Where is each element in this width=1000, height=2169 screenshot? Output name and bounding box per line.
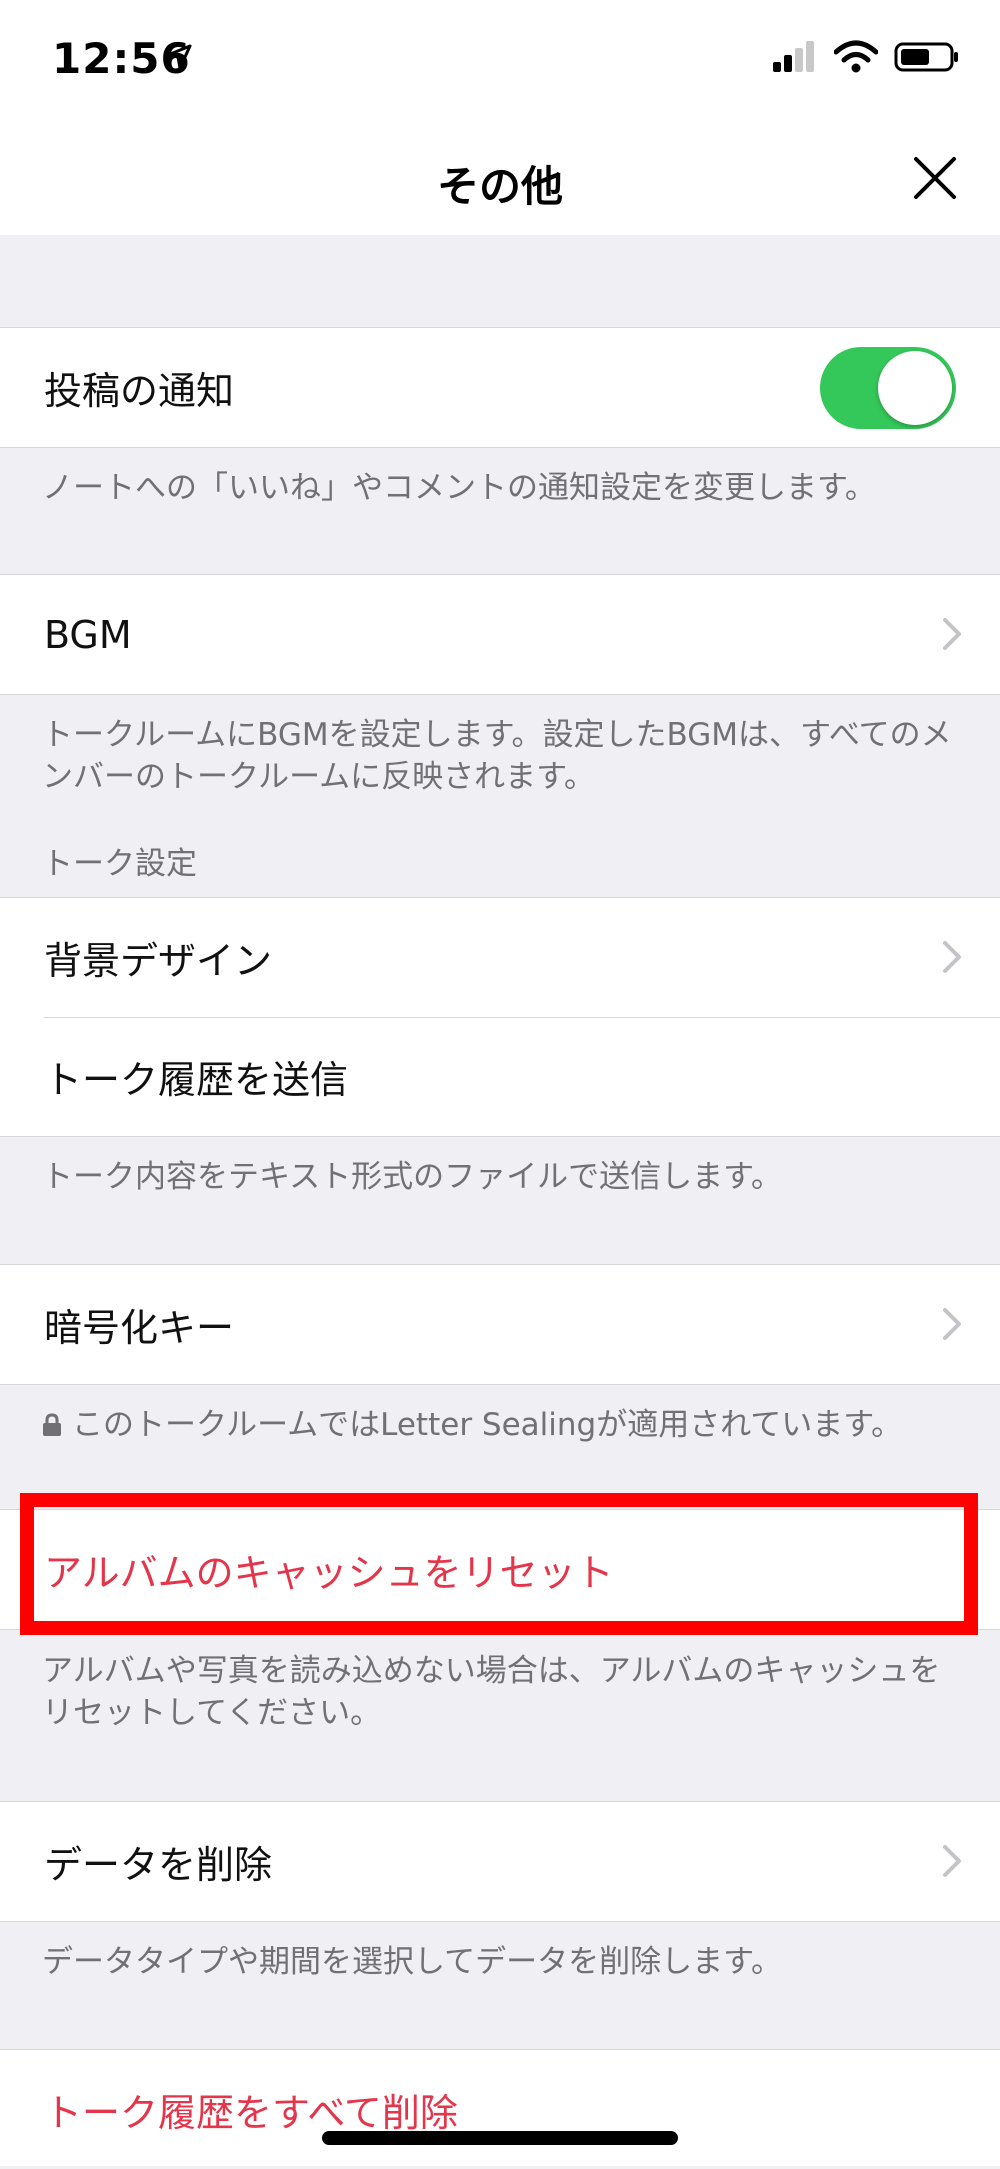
delete-all-history-label: トーク履歴をすべて削除 [44, 2091, 458, 2135]
delete-all-history-button[interactable]: トーク履歴をすべて削除 [0, 2050, 1000, 2169]
toggle-knob [878, 351, 952, 425]
section-header-talk-settings: トーク設定 [42, 846, 197, 882]
encryption-key-description: このトークルームではLetter Sealingが適用されています。 [42, 1404, 962, 1446]
group-album-cache: アルバムのキャッシュをリセット [0, 1509, 1000, 1630]
group-talk-settings: 背景デザイン トーク履歴を送信 [0, 897, 1000, 1137]
send-history-description: トーク内容をテキスト形式のファイルで送信します。 [42, 1159, 782, 1195]
reset-album-cache-label: アルバムのキャッシュをリセット [44, 1551, 614, 1595]
post-notification-description: ノートへの「いいね」やコメントの通知設定を変更します。 [42, 470, 876, 506]
reset-album-cache-description: アルバムや写真を読み込めない場合は、アルバムのキャッシュをリセットしてください。 [42, 1653, 941, 1731]
wifi-icon [834, 40, 878, 73]
chevron-right-icon [943, 1845, 961, 1877]
location-arrow-icon [166, 44, 192, 70]
lock-icon [43, 1413, 61, 1436]
group-encryption: 暗号化キー [0, 1264, 1000, 1385]
home-indicator [322, 2131, 678, 2145]
encryption-key-description-text: このトークルームではLetter Sealingが適用されています。 [72, 1407, 903, 1443]
delete-data-label: データを削除 [44, 1843, 273, 1887]
battery-icon [894, 42, 958, 72]
page-title: その他 [436, 162, 563, 211]
group-delete-data: データを削除 [0, 1801, 1000, 1922]
group-bgm: BGM [0, 574, 1000, 695]
cellular-signal-icon [773, 41, 814, 72]
status-indicators [772, 40, 960, 74]
group-post-notification: 投稿の通知 [0, 327, 1000, 448]
encryption-key-label: 暗号化キー [44, 1306, 235, 1350]
send-history-label: トーク履歴を送信 [44, 1058, 349, 1102]
chevron-right-icon [943, 1308, 961, 1340]
delete-data-description: データタイプや期間を選択してデータを削除します。 [42, 1944, 782, 1980]
bgm-label: BGM [44, 612, 132, 657]
navigation-bar: その他 [0, 115, 1000, 235]
delete-data-row[interactable]: データを削除 [0, 1802, 1000, 1921]
post-notification-label: 投稿の通知 [44, 369, 235, 413]
chevron-right-icon [943, 618, 961, 650]
post-notification-row: 投稿の通知 [0, 328, 1000, 447]
post-notification-toggle[interactable] [820, 347, 956, 429]
reset-album-cache-button[interactable]: アルバムのキャッシュをリセット [0, 1510, 1000, 1629]
close-icon[interactable] [910, 153, 960, 203]
background-design-row[interactable]: 背景デザイン [0, 898, 1000, 1017]
status-bar: 12:56 [0, 0, 1000, 115]
bgm-row[interactable]: BGM [0, 575, 1000, 694]
group-delete-all-history: トーク履歴をすべて削除 [0, 2049, 1000, 2166]
bgm-description: トークルームにBGMを設定します。設定したBGMは、すべてのメンバーのトークルー… [42, 717, 952, 795]
chevron-right-icon [943, 941, 961, 973]
background-design-label: 背景デザイン [44, 939, 273, 983]
send-history-row[interactable]: トーク履歴を送信 [0, 1017, 1000, 1136]
encryption-key-row[interactable]: 暗号化キー [0, 1265, 1000, 1384]
